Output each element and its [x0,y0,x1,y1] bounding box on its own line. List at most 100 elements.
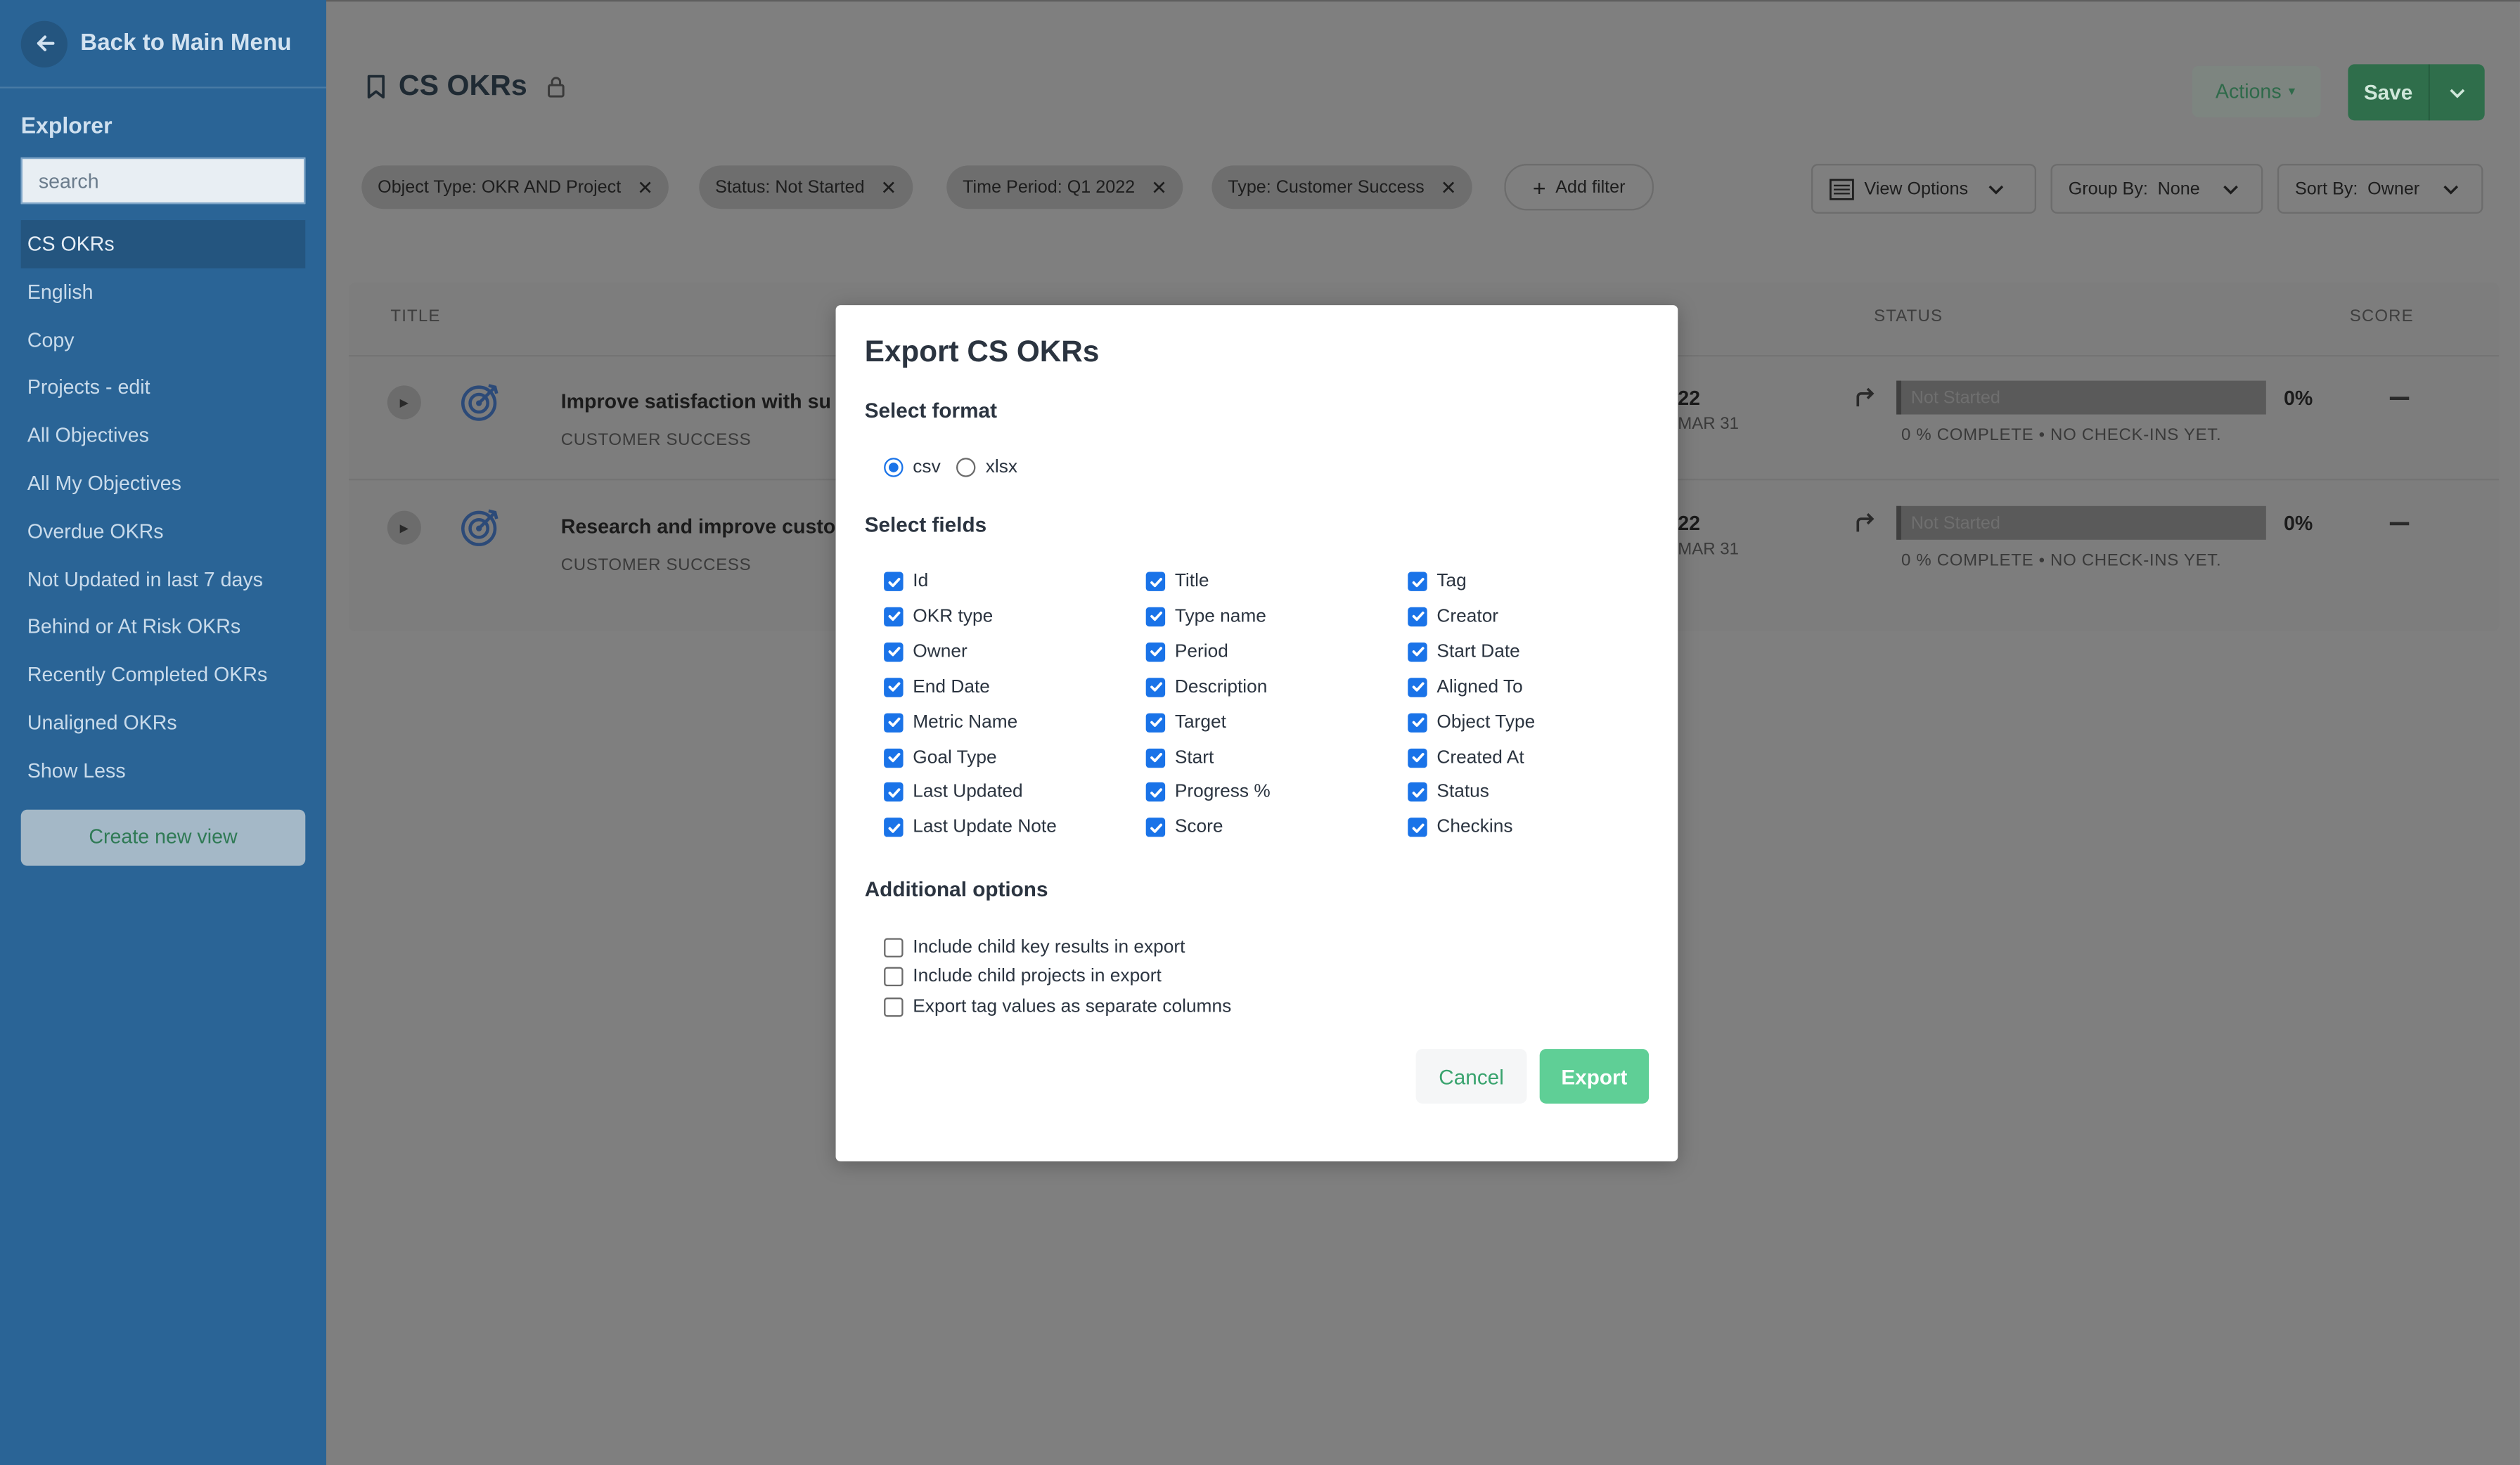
column-header-title[interactable]: TITLE [390,306,440,325]
format-radio-xlsx[interactable] [956,458,976,477]
field-option[interactable]: Creator [1408,607,1498,626]
field-checkbox[interactable] [884,572,904,591]
add-filter-button[interactable]: + Add filter [1504,164,1654,211]
expand-row-button[interactable]: ▶ [387,510,421,545]
sidebar-item-not-updated[interactable]: Not Updated in last 7 days [0,555,326,603]
field-option[interactable]: Goal Type [884,747,997,768]
field-option[interactable]: Status [1408,782,1489,803]
field-option[interactable]: Object Type [1408,712,1535,732]
field-checkbox[interactable] [884,782,904,803]
sidebar-item-english[interactable]: English [0,269,326,316]
save-button[interactable]: Save [2348,64,2430,121]
field-option[interactable]: Checkins [1408,818,1513,838]
sidebar-item-all-objectives[interactable]: All Objectives [0,412,326,460]
field-option[interactable]: Target [1145,712,1226,732]
field-checkbox[interactable] [1408,677,1427,697]
field-option[interactable]: Id [884,572,928,591]
field-option[interactable]: Created At [1408,747,1524,768]
field-checkbox[interactable] [884,642,904,661]
sort-by-select[interactable]: Sort By: Owner [2277,164,2483,214]
export-button[interactable]: Export [1539,1049,1650,1104]
field-checkbox[interactable] [1408,642,1427,661]
field-checkbox[interactable] [1145,818,1166,838]
field-option[interactable]: Last Update Note [884,818,1057,838]
field-checkbox[interactable] [1408,747,1427,768]
close-icon[interactable]: ✕ [880,176,896,198]
option-checkbox[interactable] [884,998,904,1017]
close-icon[interactable]: ✕ [637,176,653,198]
field-option[interactable]: Last Updated [884,782,1023,803]
field-option[interactable]: OKR type [884,607,993,626]
okr-title-link[interactable]: Research and improve custo [561,516,837,538]
field-checkbox[interactable] [1145,607,1166,626]
column-header-status[interactable]: STATUS [1874,306,1943,325]
field-checkbox[interactable] [1408,818,1427,838]
lock-icon[interactable] [546,75,565,97]
column-header-score[interactable]: SCORE [2350,306,2414,325]
field-checkbox[interactable] [1145,642,1166,661]
field-option[interactable]: Metric Name [884,712,1017,732]
field-checkbox[interactable] [1145,572,1166,591]
field-option[interactable]: Owner [884,642,968,661]
sidebar-item-all-my-objectives[interactable]: All My Objectives [0,460,326,508]
create-new-view-button[interactable]: Create new view [20,809,306,866]
field-option[interactable]: Progress % [1145,782,1271,803]
field-option[interactable]: Start [1145,747,1214,768]
field-option[interactable]: Tag [1408,572,1467,591]
group-by-select[interactable]: Group By: None [2050,164,2263,214]
field-checkbox[interactable] [884,747,904,768]
filter-chip[interactable]: Type: Customer Success ✕ [1211,165,1473,209]
close-icon[interactable]: ✕ [1441,176,1457,198]
check-icon [887,717,900,728]
field-checkbox[interactable] [1145,712,1166,732]
field-option[interactable]: Aligned To [1408,677,1523,697]
option-checkbox[interactable] [884,938,904,957]
sidebar-search-input[interactable]: search [20,157,306,205]
field-checkbox[interactable] [884,712,904,732]
field-checkbox[interactable] [1408,782,1427,803]
sidebar-item-recently-completed[interactable]: Recently Completed OKRs [0,651,326,699]
sidebar-item-show-less[interactable]: Show Less [0,747,326,795]
field-checkbox[interactable] [1145,677,1166,697]
back-to-main-menu[interactable]: Back to Main Menu [0,0,326,89]
option-checkbox[interactable] [884,967,904,987]
option-export-tag-values[interactable]: Export tag values as separate columns [884,998,1231,1017]
field-checkbox[interactable] [1408,607,1427,626]
field-checkbox[interactable] [884,677,904,697]
option-include-child-key-results[interactable]: Include child key results in export [884,938,1185,957]
filter-chip[interactable]: Time Period: Q1 2022 ✕ [946,165,1183,209]
sidebar-item-cs-okrs[interactable]: CS OKRs [20,220,306,269]
expand-row-button[interactable]: ▶ [387,385,421,420]
bookmark-icon[interactable] [366,73,385,99]
field-checkbox[interactable] [1408,572,1427,591]
sidebar-item-unaligned[interactable]: Unaligned OKRs [0,699,326,747]
field-checkbox[interactable] [884,818,904,838]
view-options-button[interactable]: View Options [1811,164,2036,214]
sidebar-item-copy[interactable]: Copy [0,316,326,364]
save-dropdown-button[interactable] [2430,64,2485,120]
field-option[interactable]: Score [1145,818,1223,838]
filter-chip[interactable]: Object Type: OKR AND Project ✕ [361,165,669,209]
option-include-child-projects[interactable]: Include child projects in export [884,967,1162,987]
field-option[interactable]: Title [1145,572,1209,591]
cancel-button[interactable]: Cancel [1415,1049,1527,1104]
field-option[interactable]: Type name [1145,607,1266,626]
field-checkbox[interactable] [1145,782,1166,803]
field-option[interactable]: End Date [884,677,990,697]
field-option[interactable]: Period [1145,642,1228,661]
filter-chip[interactable]: Status: Not Started ✕ [699,165,913,209]
actions-button[interactable]: Actions ▼ [2192,65,2321,117]
close-icon[interactable]: ✕ [1151,176,1167,198]
format-radio-csv[interactable] [884,458,904,477]
field-checkbox[interactable] [884,607,904,626]
sidebar-item-overdue-okrs[interactable]: Overdue OKRs [0,508,326,555]
field-checkbox[interactable] [1408,712,1427,732]
redirect-arrow-icon[interactable] [1853,385,1875,413]
field-option[interactable]: Start Date [1408,642,1520,661]
okr-title-link[interactable]: Improve satisfaction with su [561,390,837,413]
field-checkbox[interactable] [1145,747,1166,768]
sidebar-item-projects-edit[interactable]: Projects - edit [0,364,326,412]
redirect-arrow-icon[interactable] [1853,511,1875,538]
sidebar-item-behind-at-risk[interactable]: Behind or At Risk OKRs [0,603,326,651]
field-option[interactable]: Description [1145,677,1267,697]
